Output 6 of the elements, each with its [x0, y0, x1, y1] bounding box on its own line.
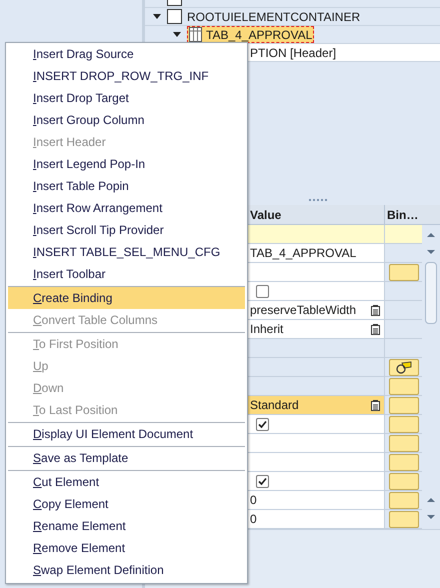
value-text: preserveTableWidth [250, 302, 358, 319]
value-text: 0 [250, 511, 258, 528]
value-text: 0 [250, 492, 258, 509]
value-text: Standard [250, 397, 300, 414]
value-text: Inherit [250, 321, 284, 338]
value-text: TAB_4_APPROVAL [250, 245, 358, 262]
